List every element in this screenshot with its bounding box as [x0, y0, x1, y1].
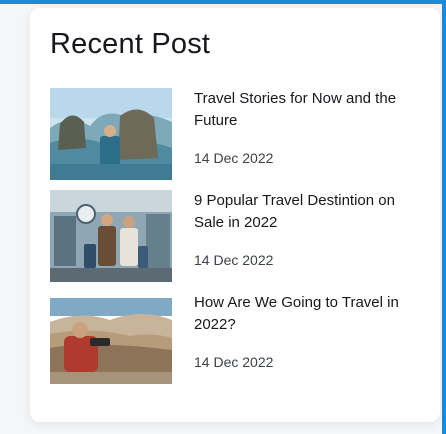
recent-post-item: Travel Stories for Now and the Future 14… [50, 88, 425, 180]
post-thumbnail-image [50, 190, 172, 282]
page-background: Recent Post Travel Stories for Now and t… [0, 0, 446, 434]
post-title-link[interactable]: How Are We Going to Travel in 2022? [194, 292, 422, 336]
post-date: 14 Dec 2022 [194, 150, 274, 166]
post-thumbnail-link[interactable] [50, 292, 172, 384]
accent-border-right [442, 0, 446, 434]
accent-border-top [0, 0, 446, 4]
post-thumbnail-link[interactable] [50, 190, 172, 282]
post-date: 14 Dec 2022 [194, 252, 274, 268]
widget-title: Recent Post [50, 28, 211, 60]
post-thumbnail-image [50, 88, 172, 180]
post-title-link[interactable]: 9 Popular Travel Destintion on Sale in 2… [194, 190, 422, 234]
post-date: 14 Dec 2022 [194, 354, 274, 370]
recent-post-item: How Are We Going to Travel in 2022? 14 D… [50, 292, 425, 384]
post-thumbnail-link[interactable] [50, 88, 172, 180]
recent-post-item: 9 Popular Travel Destintion on Sale in 2… [50, 190, 425, 282]
recent-post-widget: Recent Post Travel Stories for Now and t… [30, 8, 440, 422]
post-thumbnail-image [50, 292, 172, 384]
post-title-link[interactable]: Travel Stories for Now and the Future [194, 88, 422, 132]
